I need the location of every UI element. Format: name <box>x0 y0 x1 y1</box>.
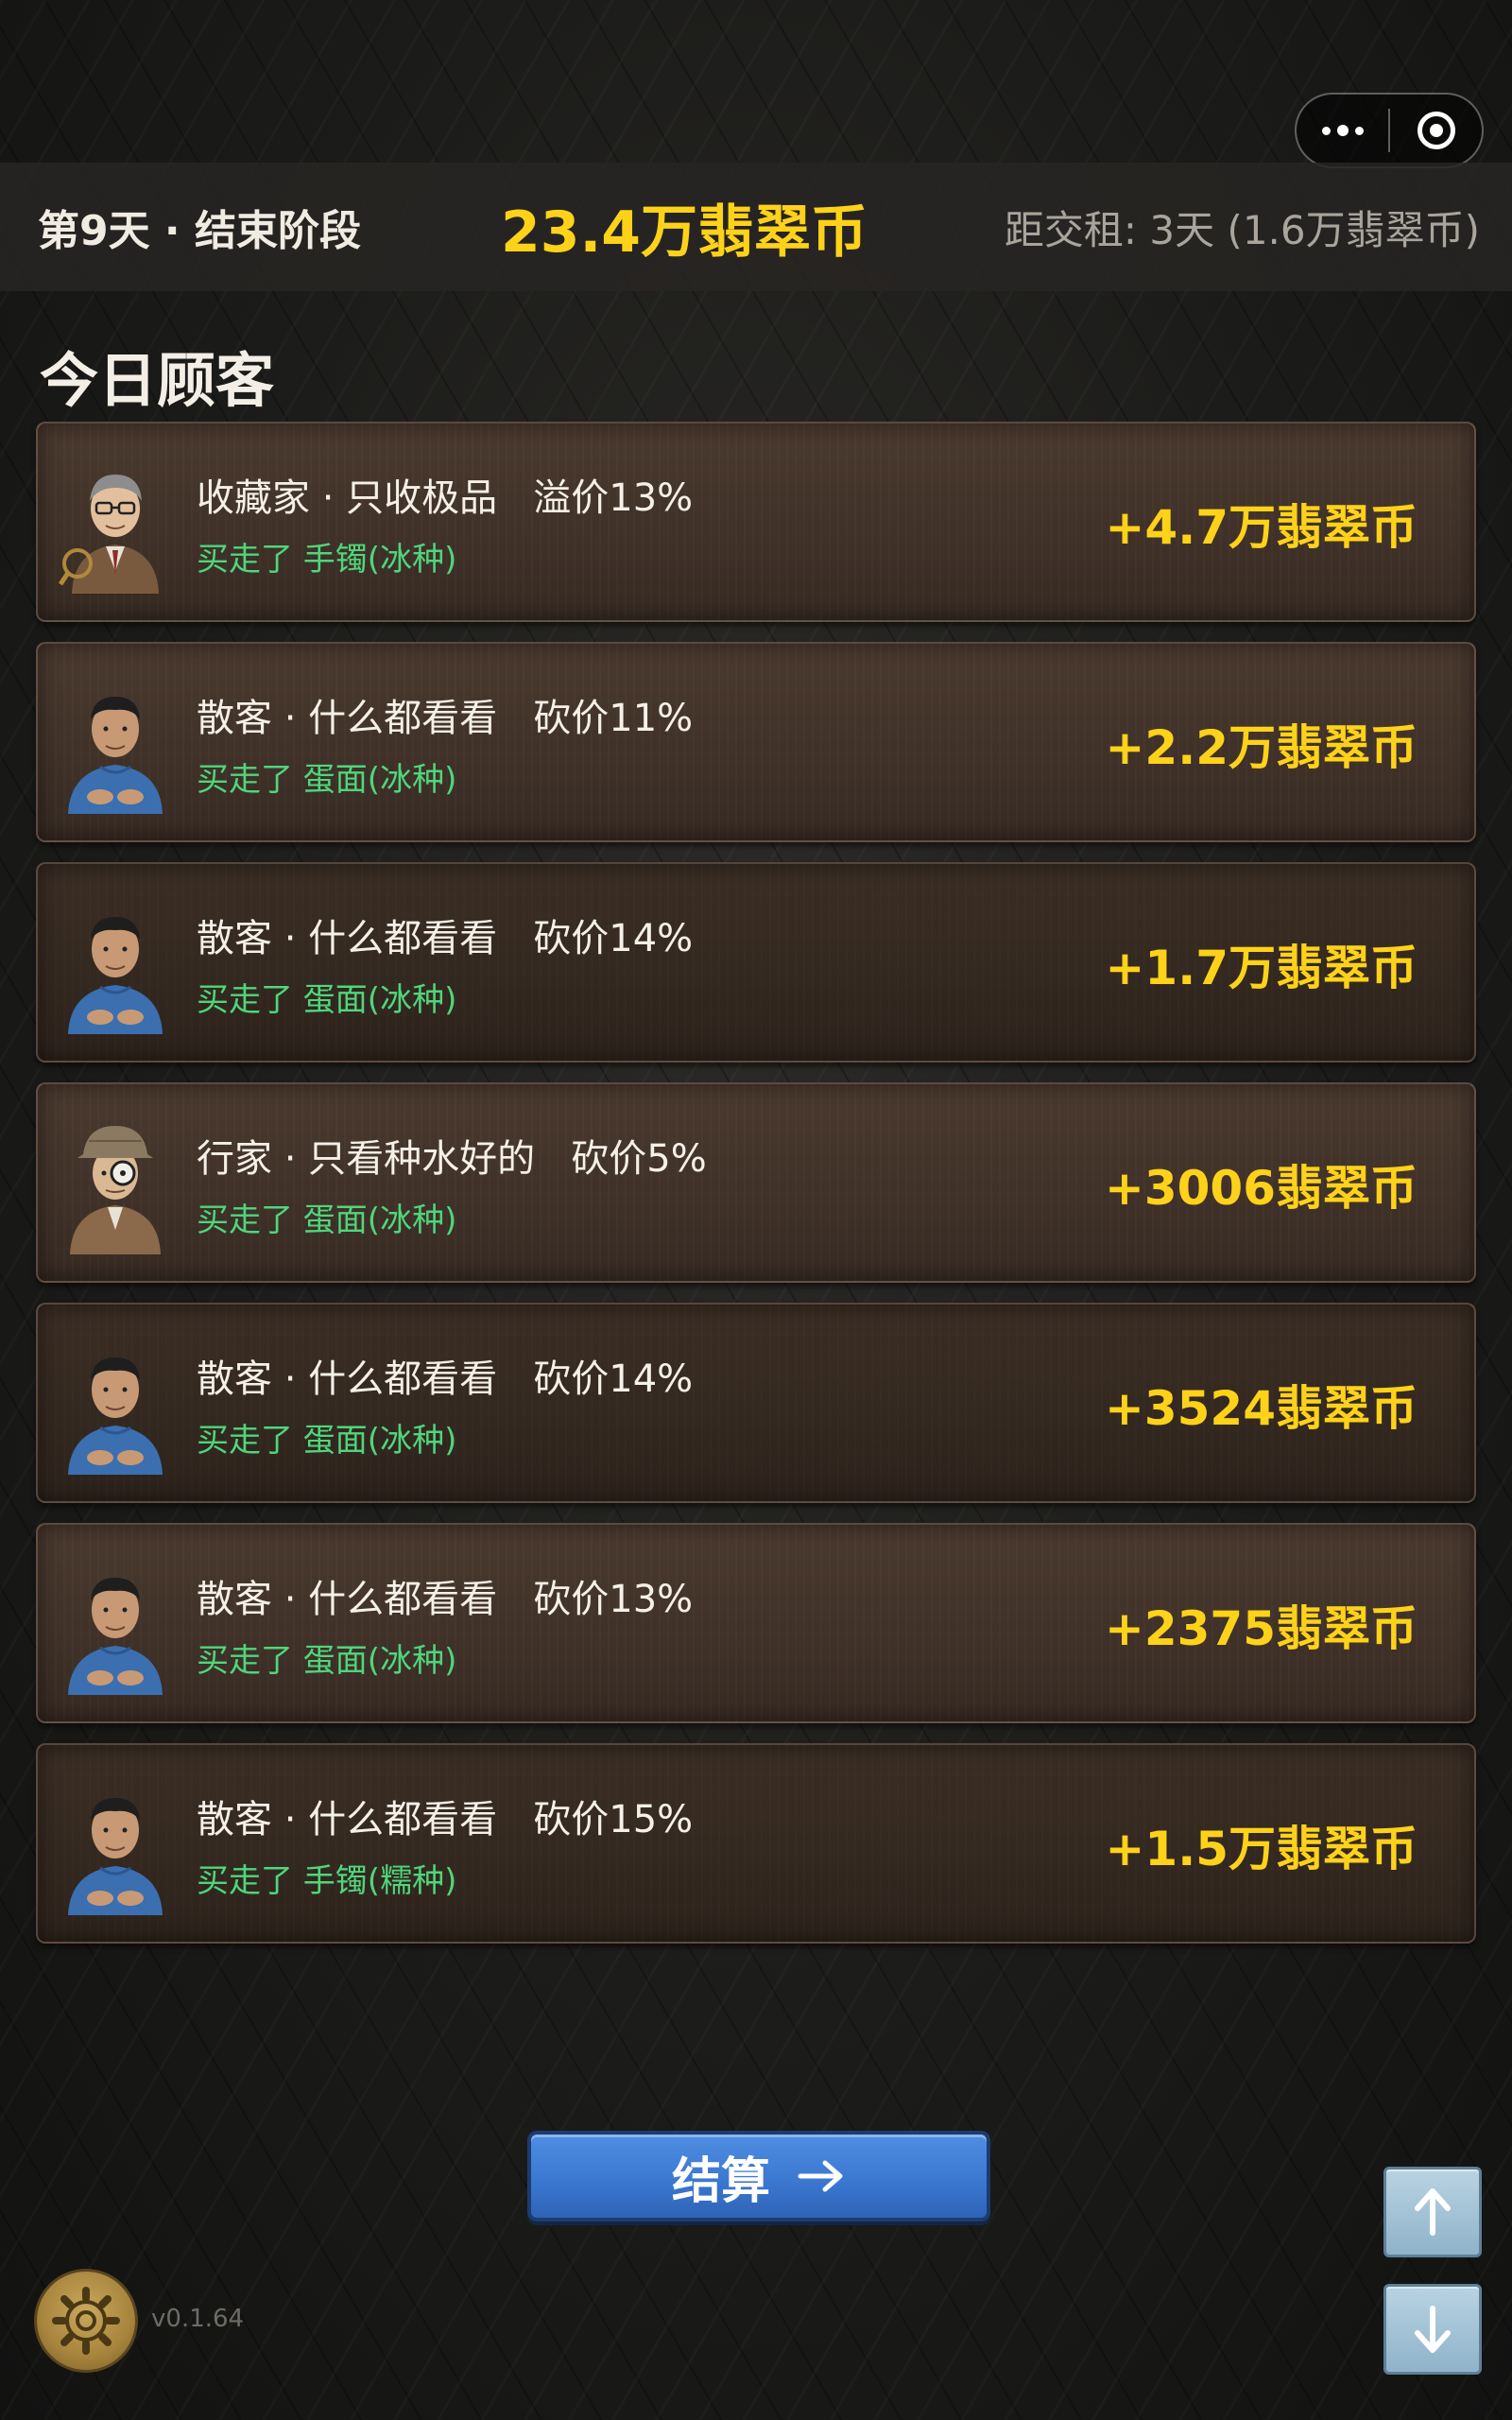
arrow-down-icon <box>1415 2306 1451 2353</box>
customer-name: 散客 · 什么都看看 砍价14% <box>197 1357 694 1401</box>
settle-button[interactable]: 结算 <box>527 2131 990 2221</box>
customer-purchase: 买走了 蛋面(冰种) <box>197 1201 457 1239</box>
customer-name: 散客 · 什么都看看 砍价15% <box>197 1798 694 1841</box>
customer-purchase: 买走了 蛋面(冰种) <box>197 1642 457 1680</box>
collector-portrait-icon <box>59 475 159 594</box>
customer-name: 行家 · 只看种水好的 砍价5% <box>197 1137 707 1181</box>
customer-purchase: 买走了 蛋面(冰种) <box>197 1422 457 1460</box>
settings-button[interactable] <box>34 2269 138 2373</box>
rent-info: 距交租: 3天 (1.6万翡翠币) <box>1004 206 1480 253</box>
gear-icon <box>52 2287 120 2355</box>
customer-card: 收藏家 · 只收极品 溢价13% 买走了 手镯(冰种) +4.7万翡翠币 <box>36 422 1476 622</box>
arrow-up-icon <box>1415 2188 1451 2236</box>
customer-card: 行家 · 只看种水好的 砍价5% 买走了 蛋面(冰种) +3006翡翠币 <box>36 1082 1476 1283</box>
customer-name: 收藏家 · 只收极品 溢价13% <box>197 476 694 520</box>
arrow-right-icon <box>798 2160 843 2192</box>
customer-purchase: 买走了 蛋面(冰种) <box>197 981 457 1019</box>
customer-amount: +4.7万翡翠币 <box>1105 500 1418 555</box>
customer-amount: +2.2万翡翠币 <box>1105 720 1418 775</box>
scroll-down-button[interactable] <box>1383 2284 1482 2375</box>
more-menu-button[interactable] <box>1297 95 1388 166</box>
coins-total: 23.4万翡翠币 <box>501 199 868 266</box>
customer-card: 散客 · 什么都看看 砍价14% 买走了 蛋面(冰种) +1.7万翡翠币 <box>36 862 1476 1063</box>
day-label: 第9天 · 结束阶段 <box>38 207 361 255</box>
target-icon <box>1417 112 1455 149</box>
customer-list: 收藏家 · 只收极品 溢价13% 买走了 手镯(冰种) +4.7万翡翠币 散客 … <box>36 422 1476 1963</box>
customer-purchase: 买走了 蛋面(冰种) <box>197 761 457 799</box>
customer-card: 散客 · 什么都看看 砍价15% 买走了 手镯(糯种) +1.5万翡翠币 <box>36 1743 1476 1944</box>
customer-purchase: 买走了 手镯(冰种) <box>197 541 457 579</box>
casual-customer-portrait-icon <box>68 697 163 814</box>
customer-name: 散客 · 什么都看看 砍价11% <box>197 697 694 740</box>
customer-amount: +2375翡翠币 <box>1104 1601 1418 1656</box>
customer-amount: +3524翡翠币 <box>1104 1381 1418 1436</box>
casual-customer-portrait-icon <box>68 1578 163 1695</box>
scroll-up-button[interactable] <box>1383 2167 1482 2257</box>
miniprogram-capsule <box>1295 93 1484 168</box>
customer-amount: +3006翡翠币 <box>1104 1161 1418 1216</box>
customer-card: 散客 · 什么都看看 砍价14% 买走了 蛋面(冰种) +3524翡翠币 <box>36 1303 1476 1503</box>
section-title: 今日顾客 <box>40 346 275 415</box>
more-dots-icon <box>1321 125 1364 136</box>
casual-customer-portrait-icon <box>68 1798 163 1915</box>
status-bar: 第9天 · 结束阶段 23.4万翡翠币 距交租: 3天 (1.6万翡翠币) <box>0 163 1512 291</box>
customer-name: 散客 · 什么都看看 砍价13% <box>197 1578 694 1621</box>
close-miniprogram-button[interactable] <box>1390 95 1482 166</box>
customer-name: 散客 · 什么都看看 砍价14% <box>197 917 694 960</box>
customer-card: 散客 · 什么都看看 砍价11% 买走了 蛋面(冰种) +2.2万翡翠币 <box>36 642 1476 842</box>
customer-purchase: 买走了 手镯(糯种) <box>197 1862 457 1900</box>
expert-portrait-icon <box>70 1126 161 1254</box>
customer-amount: +1.5万翡翠币 <box>1105 1822 1418 1876</box>
casual-customer-portrait-icon <box>68 1357 163 1475</box>
casual-customer-portrait-icon <box>68 917 163 1034</box>
customer-card: 散客 · 什么都看看 砍价13% 买走了 蛋面(冰种) +2375翡翠币 <box>36 1523 1476 1723</box>
customer-amount: +1.7万翡翠币 <box>1105 941 1418 995</box>
settle-button-label: 结算 <box>671 2152 770 2210</box>
version-label: v0.1.64 <box>151 2305 245 2333</box>
